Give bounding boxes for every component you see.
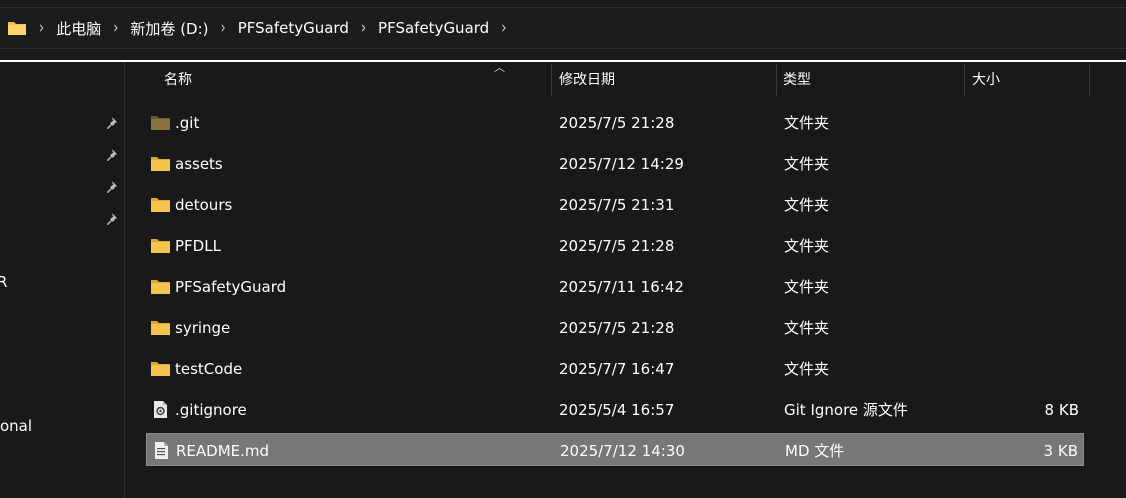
column-label: 类型: [783, 72, 811, 88]
folder-icon: [151, 278, 170, 295]
file-name: .git: [175, 113, 200, 132]
folder-icon: [151, 319, 170, 336]
file-type: Git Ignore 源文件: [784, 401, 908, 419]
file-date: 2025/7/5 21:28: [559, 113, 675, 132]
breadcrumb-drive-d[interactable]: 新加卷 (D:): [130, 18, 208, 39]
file-row[interactable]: syringe 2025/7/5 21:28 文件夹: [146, 311, 1084, 344]
breadcrumb-pfsafetyguard-root[interactable]: PFSafetyGuard: [238, 19, 349, 37]
file-name: PFDLL: [175, 236, 221, 255]
breadcrumb-label: 新加卷 (D:): [130, 19, 209, 38]
chevron-right-icon[interactable]: ›: [113, 18, 118, 38]
file-type: 文件夹: [784, 237, 830, 255]
file-type: 文件夹: [784, 278, 830, 296]
file-row[interactable]: .gitignore 2025/5/4 16:57 Git Ignore 源文件…: [146, 393, 1084, 426]
address-bar[interactable]: › 此电脑 › 新加卷 (D:) › PFSafetyGuard › PFSaf…: [0, 7, 1126, 49]
column-label: 大小: [972, 72, 1000, 88]
file-size: 3 KB: [1043, 441, 1078, 460]
file-name: PFSafetyGuard: [175, 277, 287, 296]
folder-icon: [151, 114, 170, 131]
chevron-right-icon[interactable]: ›: [361, 18, 366, 38]
file-date: 2025/5/4 16:57: [559, 400, 675, 419]
file-type: 文件夹: [784, 114, 830, 132]
column-header: ︿ 名称 修改日期 类型 大小: [146, 61, 1090, 96]
file-date: 2025/7/5 21:31: [559, 195, 675, 214]
file-date: 2025/7/11 16:42: [559, 277, 684, 296]
pin-icon: [104, 180, 118, 194]
file-date: 2025/7/7 16:47: [559, 359, 675, 378]
file-type: 文件夹: [784, 360, 830, 378]
file-type: MD 文件: [785, 442, 845, 460]
text-file-icon: [152, 442, 171, 459]
column-name-header[interactable]: 名称: [154, 62, 550, 96]
breadcrumb-this-pc[interactable]: 此电脑: [56, 18, 101, 39]
config-file-icon: [151, 401, 170, 418]
folder-icon: [151, 196, 170, 213]
file-type: 文件夹: [784, 319, 830, 337]
file-type: 文件夹: [784, 155, 830, 173]
breadcrumb-label: PFSafetyGuard: [237, 19, 349, 37]
column-size-header[interactable]: 大小: [962, 62, 1087, 96]
file-name: testCode: [175, 359, 243, 378]
breadcrumb-label: 此电脑: [56, 19, 102, 38]
sidebar-item-label[interactable]: onal: [0, 417, 32, 435]
file-row[interactable]: PFDLL 2025/7/5 21:28 文件夹: [146, 229, 1084, 262]
pin-icon: [104, 116, 118, 130]
breadcrumb-pfsafetyguard-current[interactable]: PFSafetyGuard: [378, 19, 489, 37]
file-date: 2025/7/12 14:29: [559, 154, 684, 173]
file-size: 8 KB: [1044, 400, 1079, 419]
sidebar-item-label[interactable]: R: [0, 273, 7, 291]
file-type: 文件夹: [784, 196, 830, 214]
navigation-pane[interactable]: R onal: [0, 62, 125, 498]
file-row[interactable]: .git 2025/7/5 21:28 文件夹: [146, 106, 1084, 139]
chevron-right-icon[interactable]: ›: [501, 18, 506, 38]
file-row[interactable]: detours 2025/7/5 21:31 文件夹: [146, 188, 1084, 221]
file-name: syringe: [175, 318, 231, 337]
file-row[interactable]: testCode 2025/7/7 16:47 文件夹: [146, 352, 1084, 385]
file-name: .gitignore: [175, 400, 247, 419]
folder-icon: [151, 155, 170, 172]
file-date: 2025/7/5 21:28: [559, 236, 675, 255]
column-date-header[interactable]: 修改日期: [549, 62, 774, 96]
folder-icon: [151, 237, 170, 254]
file-date: 2025/7/5 21:28: [559, 318, 675, 337]
file-name: detours: [175, 195, 233, 214]
file-row-selected[interactable]: README.md 2025/7/12 14:30 MD 文件 3 KB: [146, 433, 1084, 466]
file-name: README.md: [176, 441, 270, 460]
column-label: 名称: [164, 72, 192, 88]
folder-icon: [151, 360, 170, 377]
column-type-header[interactable]: 类型: [773, 62, 963, 96]
pin-icon: [104, 212, 118, 226]
column-divider[interactable]: [1089, 64, 1090, 96]
file-date: 2025/7/12 14:30: [560, 441, 685, 460]
folder-icon: [7, 20, 27, 36]
breadcrumb-label: PFSafetyGuard: [378, 19, 490, 37]
pin-icon: [104, 148, 118, 162]
chevron-right-icon[interactable]: ›: [221, 18, 226, 38]
file-name: assets: [175, 154, 223, 173]
column-label: 修改日期: [559, 72, 615, 88]
file-row[interactable]: PFSafetyGuard 2025/7/11 16:42 文件夹: [146, 270, 1084, 303]
file-row[interactable]: assets 2025/7/12 14:29 文件夹: [146, 147, 1084, 180]
chevron-right-icon[interactable]: ›: [39, 18, 44, 38]
